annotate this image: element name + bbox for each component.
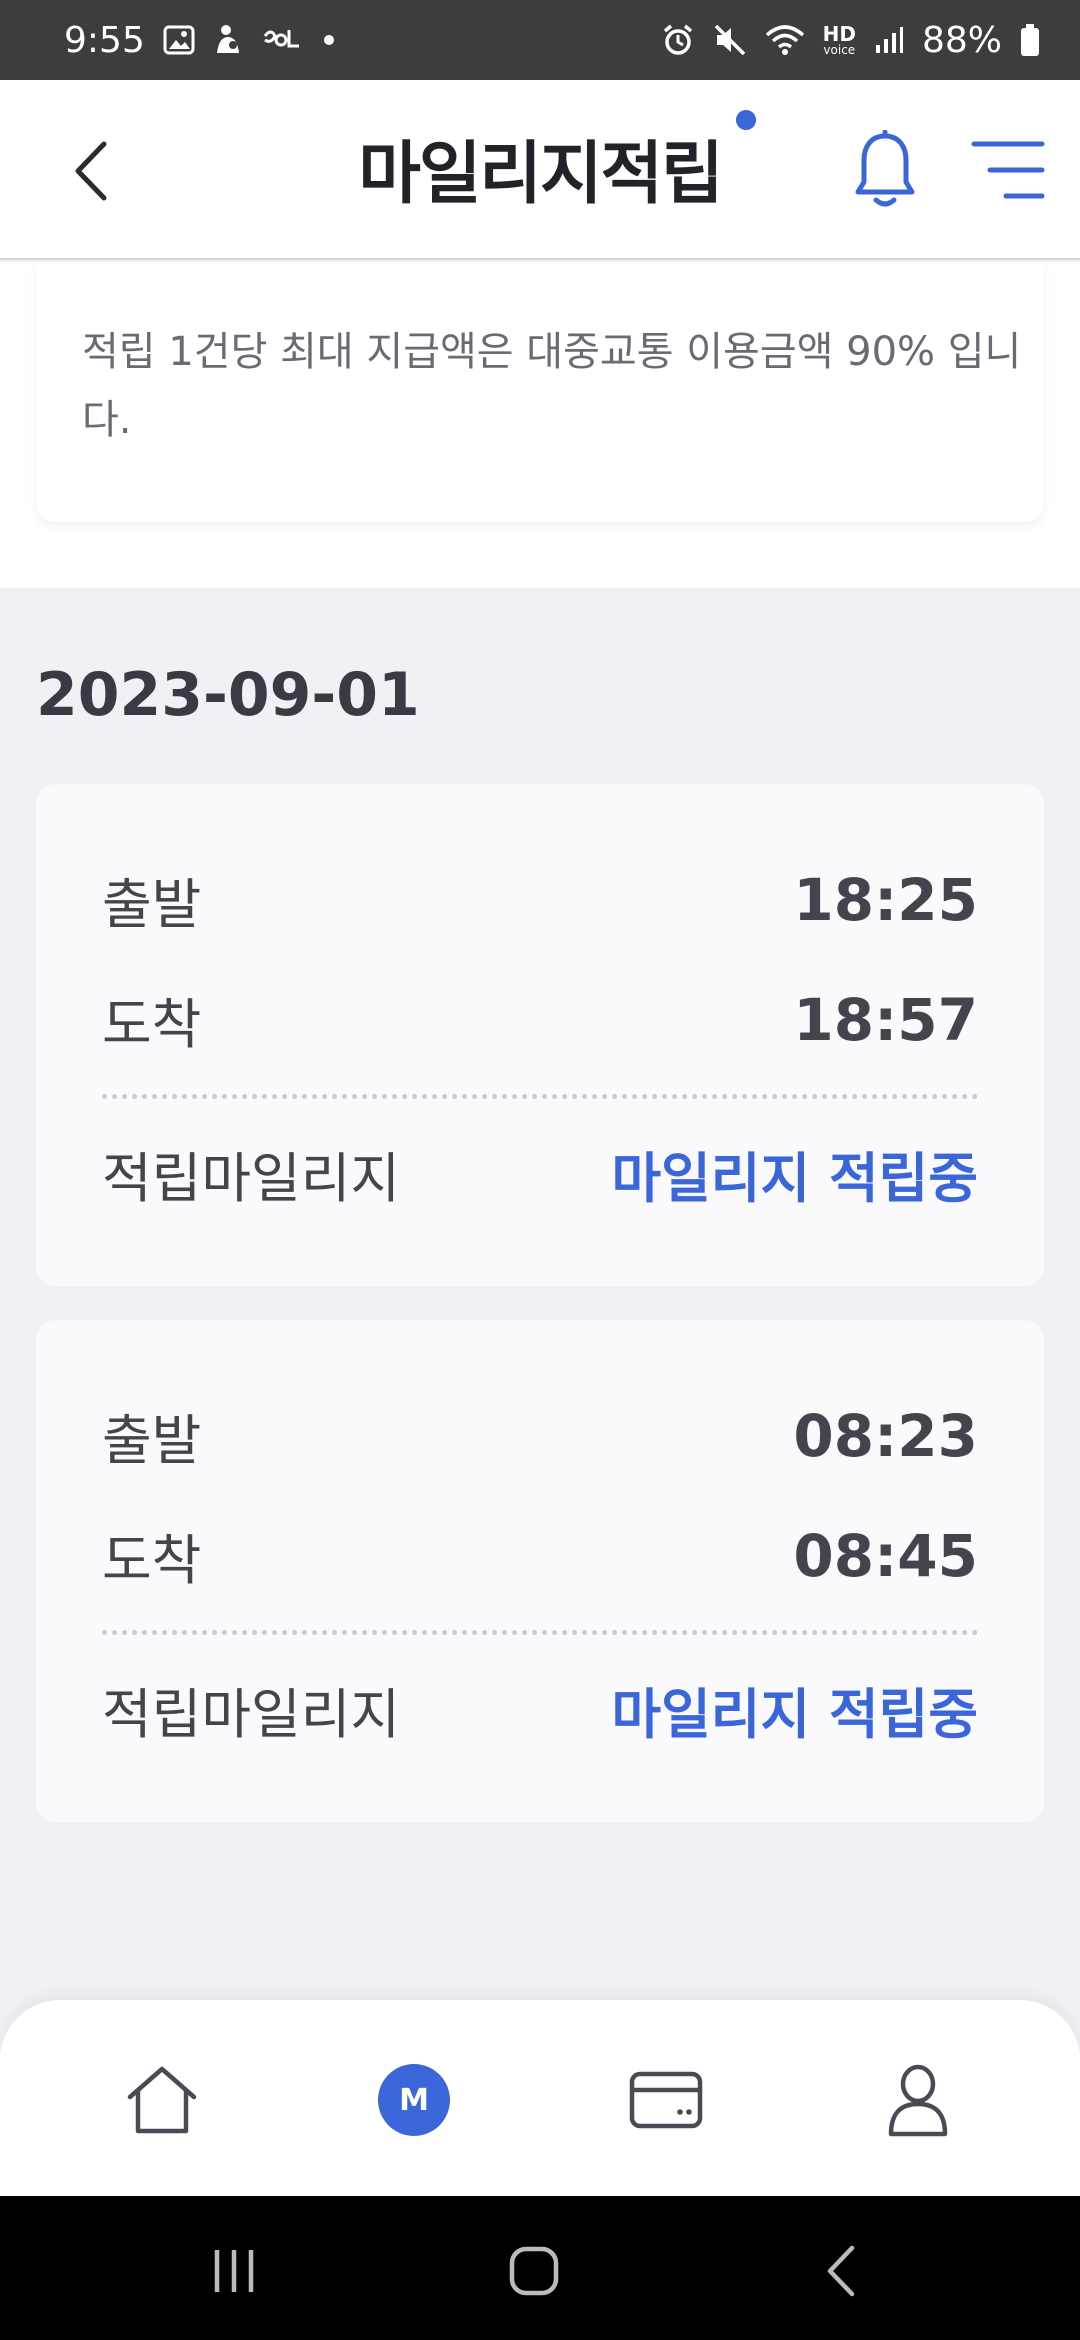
system-back-icon: [827, 2245, 855, 2297]
dotted-divider: [102, 1094, 978, 1099]
system-back-button[interactable]: [800, 2236, 880, 2306]
arrival-time: 18:57: [793, 985, 978, 1054]
profile-icon: [888, 2064, 948, 2137]
mute-icon: [713, 23, 747, 57]
card-icon: [629, 2071, 703, 2129]
status-bar-right: HD voice 88%: [661, 20, 1040, 61]
notice-text: 적립 1건당 최대 지급액은 대중교통 이용금액 90% 입니다.: [82, 329, 1022, 443]
app-header: 마일리지적립: [0, 80, 1080, 260]
hd-voice-icon: HD voice: [823, 24, 856, 56]
departure-label: 출발: [102, 1409, 202, 1472]
mileage-row: 적립마일리지 마일리지 적립중: [102, 1134, 978, 1213]
departure-label: 출발: [102, 873, 202, 936]
date-heading: 2023-09-01: [36, 660, 420, 730]
mileage-icon: M: [378, 2064, 450, 2136]
mileage-status: 마일리지 적립중: [611, 1683, 978, 1746]
status-time: 9:55: [64, 19, 145, 61]
mileage-label: 적립마일리지: [102, 1683, 401, 1746]
dotted-divider: [102, 1630, 978, 1635]
home-icon: [127, 2066, 197, 2134]
sol-icon: [261, 26, 301, 54]
alarm-icon: [661, 23, 695, 57]
nav-profile[interactable]: [858, 2060, 978, 2140]
system-navigation-bar: [0, 2196, 1080, 2340]
notification-app-icon: [213, 23, 243, 57]
mileage-row: 적립마일리지 마일리지 적립중: [102, 1670, 978, 1749]
nav-mileage[interactable]: M: [354, 2060, 474, 2140]
battery-icon: [1020, 23, 1040, 57]
dot-icon: [319, 30, 339, 50]
arrival-label: 도착: [102, 1529, 202, 1592]
new-indicator-dot: [736, 110, 756, 130]
departure-time: 18:25: [793, 865, 978, 934]
gallery-icon: [163, 24, 195, 56]
signal-icon: [874, 25, 904, 55]
voice-label: voice: [823, 43, 856, 57]
arrival-row: 도착 18:57: [102, 980, 978, 1059]
trip-card: 출발 08:23 도착 08:45 적립마일리지 마일리지 적립중: [36, 1320, 1044, 1822]
arrival-time: 08:45: [793, 1521, 978, 1590]
battery-percent: 88%: [921, 19, 1002, 61]
menu-button[interactable]: [970, 138, 1046, 202]
wifi-icon: [765, 23, 805, 57]
mileage-status: 마일리지 적립중: [611, 1147, 978, 1210]
trip-card: 출발 18:25 도착 18:57 적립마일리지 마일리지 적립중: [36, 784, 1044, 1286]
departure-time: 08:23: [793, 1401, 978, 1470]
recent-apps-button[interactable]: [194, 2236, 274, 2306]
notice-section: 적립 1건당 최대 지급액은 대중교통 이용금액 90% 입니다.: [0, 262, 1080, 588]
bell-icon: [855, 130, 915, 207]
notifications-button[interactable]: [850, 128, 920, 212]
hd-label: HD: [822, 22, 856, 46]
status-bar: 9:55 HD voice 88%: [0, 0, 1080, 80]
departure-row: 출발 08:23: [102, 1396, 978, 1475]
recent-apps-icon: [214, 2250, 254, 2292]
notice-card: 적립 1건당 최대 지급액은 대중교통 이용금액 90% 입니다.: [36, 262, 1044, 522]
hamburger-menu-icon: [971, 141, 1045, 199]
home-circle-icon: [509, 2246, 559, 2296]
bottom-navigation: M: [0, 2000, 1080, 2196]
departure-row: 출발 18:25: [102, 860, 978, 939]
nav-home[interactable]: [102, 2060, 222, 2140]
nav-card[interactable]: [606, 2060, 726, 2140]
status-bar-left: 9:55: [64, 20, 339, 61]
arrival-row: 도착 08:45: [102, 1516, 978, 1595]
arrival-label: 도착: [102, 993, 202, 1056]
mileage-label: 적립마일리지: [102, 1147, 401, 1210]
home-system-button[interactable]: [494, 2236, 574, 2306]
